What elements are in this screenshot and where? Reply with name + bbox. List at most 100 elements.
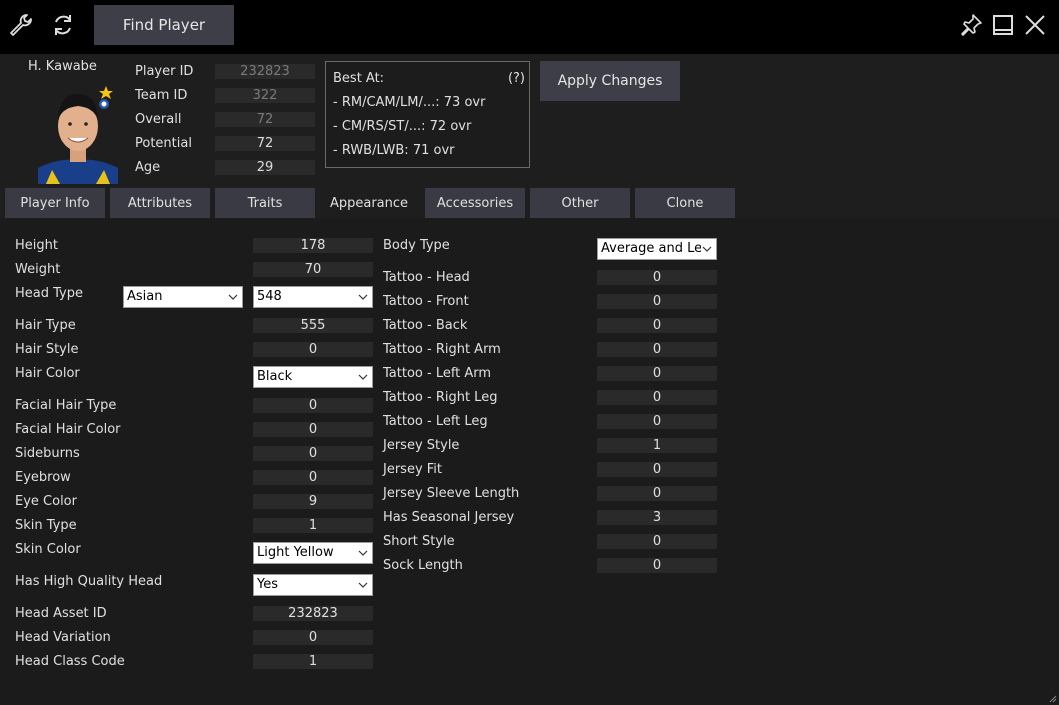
short-style-value[interactable]: 0 [597, 534, 717, 549]
tattoo-back-value[interactable]: 0 [597, 318, 717, 333]
close-icon[interactable] [1020, 10, 1050, 40]
tattoo-head-value[interactable]: 0 [597, 270, 717, 285]
tattoo-left-leg-value[interactable]: 0 [597, 414, 717, 429]
chevron-down-icon [227, 287, 239, 307]
age-value[interactable]: 29 [215, 160, 315, 175]
overall-value: 72 [215, 112, 315, 127]
tattoo-right-arm-value[interactable]: 0 [597, 342, 717, 357]
hair-color-select-value: Black [257, 369, 293, 384]
tattoo-left-arm-value[interactable]: 0 [597, 366, 717, 381]
team-id-label: Team ID [135, 88, 188, 103]
body-type-label: Body Type [383, 238, 450, 253]
head-asset-id-value[interactable]: 232823 [253, 606, 373, 621]
tab-clone[interactable]: Clone [635, 188, 735, 218]
pin-icon[interactable] [956, 10, 986, 40]
eye-color-value[interactable]: 9 [253, 494, 373, 509]
head-id-select[interactable]: 548 [253, 286, 373, 308]
head-type-select-value: Asian [127, 289, 163, 304]
jersey-style-label: Jersey Style [383, 438, 460, 453]
chevron-down-icon [357, 575, 369, 595]
hq-head-select-value: Yes [257, 577, 278, 592]
appearance-panel: Height 178 Weight 70 Head Type Asian 548… [0, 218, 1059, 705]
player-id-label: Player ID [135, 64, 194, 79]
tab-attributes[interactable]: Attributes [110, 188, 210, 218]
tattoo-left-leg-label: Tattoo - Left Leg [383, 414, 488, 429]
body-type-select[interactable]: Average and Le [597, 238, 717, 260]
seasonal-jersey-value[interactable]: 3 [597, 510, 717, 525]
tattoo-back-label: Tattoo - Back [383, 318, 468, 333]
hair-color-label: Hair Color [15, 366, 80, 381]
head-class-code-label: Head Class Code [15, 654, 125, 669]
facial-hair-type-value[interactable]: 0 [253, 398, 373, 413]
head-id-select-value: 548 [257, 289, 282, 304]
hq-head-select[interactable]: Yes [253, 574, 373, 596]
head-variation-label: Head Variation [15, 630, 111, 645]
head-class-code-value[interactable]: 1 [253, 654, 373, 669]
tab-appearance[interactable]: Appearance [320, 188, 418, 218]
best-at-title: Best At: [333, 71, 385, 86]
short-style-label: Short Style [383, 534, 455, 549]
maximize-icon[interactable] [988, 10, 1018, 40]
facial-hair-type-label: Facial Hair Type [15, 398, 117, 413]
title-bar: Find Player [0, 0, 1059, 54]
body-type-select-value: Average and Le [601, 241, 703, 256]
potential-value[interactable]: 72 [215, 136, 315, 151]
sock-length-value[interactable]: 0 [597, 558, 717, 573]
seasonal-jersey-label: Has Seasonal Jersey [383, 510, 515, 525]
head-asset-id-label: Head Asset ID [15, 606, 107, 621]
jersey-style-value[interactable]: 1 [597, 438, 717, 453]
tattoo-right-arm-label: Tattoo - Right Arm [383, 342, 501, 357]
chevron-down-icon [701, 239, 713, 259]
tattoo-right-leg-value[interactable]: 0 [597, 390, 717, 405]
skin-type-label: Skin Type [15, 518, 77, 533]
sideburns-label: Sideburns [15, 446, 80, 461]
resize-grip-icon[interactable] [1049, 695, 1057, 703]
height-label: Height [15, 238, 58, 253]
skin-color-select-value: Light Yellow [257, 545, 334, 560]
tab-other[interactable]: Other [530, 188, 630, 218]
head-type-select[interactable]: Asian [123, 286, 243, 308]
tattoo-head-label: Tattoo - Head [383, 270, 470, 285]
tattoo-front-value[interactable]: 0 [597, 294, 717, 309]
find-player-button[interactable]: Find Player [94, 5, 234, 45]
jersey-sleeve-value[interactable]: 0 [597, 486, 717, 501]
height-value[interactable]: 178 [253, 238, 373, 253]
eyebrow-label: Eyebrow [15, 470, 71, 485]
jersey-fit-label: Jersey Fit [383, 462, 443, 477]
hair-style-value[interactable]: 0 [253, 342, 373, 357]
apply-changes-button[interactable]: Apply Changes [540, 61, 680, 101]
hair-style-label: Hair Style [15, 342, 79, 357]
skin-color-label: Skin Color [15, 542, 81, 557]
chevron-down-icon [357, 287, 369, 307]
head-variation-value[interactable]: 0 [253, 630, 373, 645]
tab-accessories[interactable]: Accessories [425, 188, 525, 218]
facial-hair-color-label: Facial Hair Color [15, 422, 121, 437]
hair-type-value[interactable]: 555 [253, 318, 373, 333]
skin-type-value[interactable]: 1 [253, 518, 373, 533]
weight-value[interactable]: 70 [253, 262, 373, 277]
tattoo-left-arm-label: Tattoo - Left Arm [383, 366, 492, 381]
jersey-sleeve-label: Jersey Sleeve Length [383, 486, 520, 501]
chevron-down-icon [357, 543, 369, 563]
player-id-value: 232823 [215, 64, 315, 79]
player-photo [38, 80, 118, 184]
potential-label: Potential [135, 136, 192, 151]
best-at-line: - RM/CAM/LM/...: 73 ovr [333, 95, 486, 110]
facial-hair-color-value[interactable]: 0 [253, 422, 373, 437]
chevron-down-icon [357, 367, 369, 387]
tattoo-right-leg-label: Tattoo - Right Leg [383, 390, 498, 405]
best-at-line: - RWB/LWB: 71 ovr [333, 143, 455, 158]
eye-color-label: Eye Color [15, 494, 77, 509]
jersey-fit-value[interactable]: 0 [597, 462, 717, 477]
refresh-icon[interactable] [48, 10, 78, 40]
tab-traits[interactable]: Traits [215, 188, 315, 218]
tab-player-info[interactable]: Player Info [5, 188, 105, 218]
eyebrow-value[interactable]: 0 [253, 470, 373, 485]
best-at-help[interactable]: (?) [508, 71, 525, 86]
hair-color-select[interactable]: Black [253, 366, 373, 388]
wrench-icon[interactable] [6, 10, 36, 40]
overall-label: Overall [135, 112, 182, 127]
age-label: Age [135, 160, 161, 175]
sideburns-value[interactable]: 0 [253, 446, 373, 461]
skin-color-select[interactable]: Light Yellow [253, 542, 373, 564]
